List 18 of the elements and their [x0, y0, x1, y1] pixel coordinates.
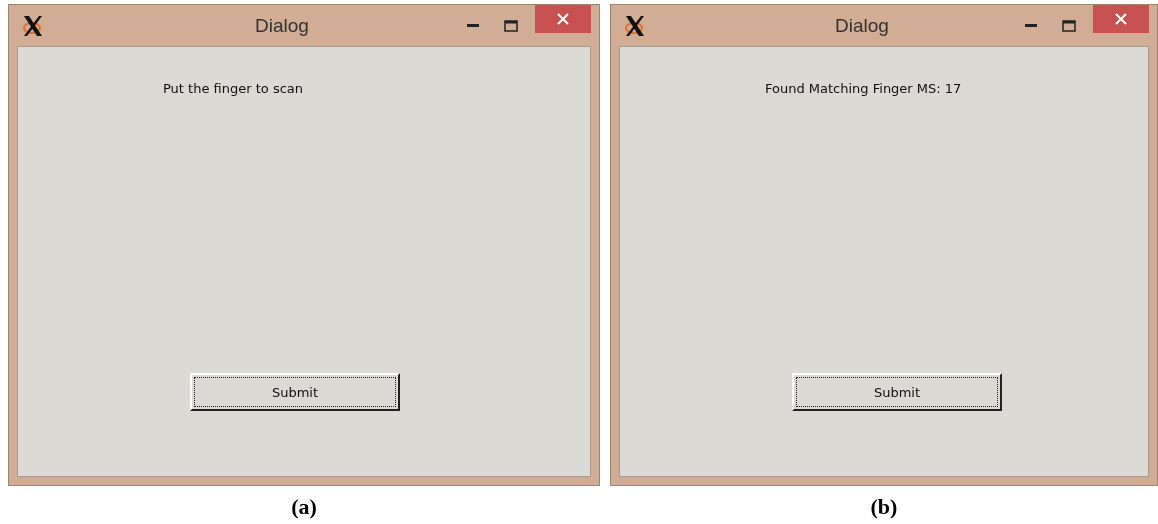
window-title: Dialog [254, 14, 309, 37]
x-logo-icon [623, 13, 647, 38]
submit-button[interactable]: Submit [792, 373, 1002, 411]
close-button[interactable] [1093, 5, 1149, 33]
status-message: Put the finger to scan [163, 81, 303, 96]
submit-button[interactable]: Submit [190, 373, 400, 411]
window-title: Dialog [834, 14, 889, 37]
close-icon [1114, 12, 1128, 26]
x-logo-icon [21, 13, 45, 38]
minimize-icon [467, 23, 479, 28]
figure-caption: (a) [291, 494, 317, 520]
figure-caption: (b) [870, 494, 898, 520]
close-button[interactable] [535, 5, 591, 33]
close-icon [556, 12, 570, 26]
maximize-icon [504, 19, 518, 32]
status-message: Found Matching Finger MS: 17 [765, 81, 962, 96]
minimize-icon [1025, 23, 1037, 28]
maximize-icon [1062, 19, 1076, 32]
